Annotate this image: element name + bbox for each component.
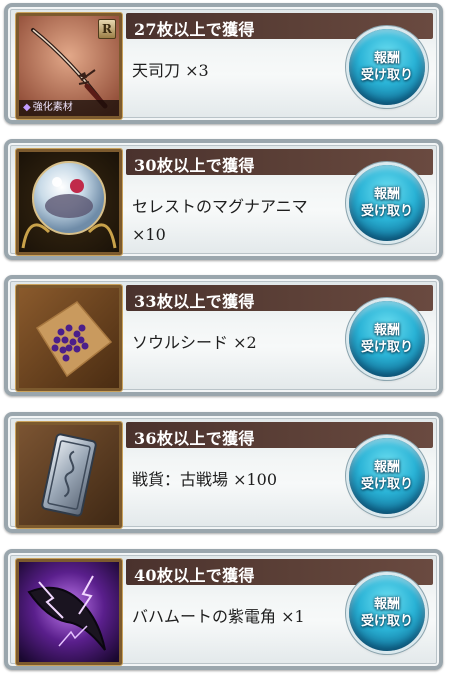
claim-button-label-line2: 受け取り bbox=[360, 477, 413, 492]
purple-horn-icon bbox=[16, 559, 122, 665]
claim-button-label-line2: 受け取り bbox=[360, 204, 413, 219]
threshold-label: 33枚以上で獲得 bbox=[134, 292, 255, 311]
reward-name: セレストのマグナアニマ ×10 bbox=[132, 197, 308, 244]
category-tag: ◆ 強化素材 bbox=[19, 100, 119, 116]
claim-button-label-line1: 報酬 bbox=[373, 460, 400, 475]
claim-button-label-line1: 報酬 bbox=[373, 597, 400, 612]
sword-item-icon: R ◆ 強化素材 bbox=[16, 13, 122, 119]
reward-card: 30枚以上で獲得 セレストのマグナアニマ ×10 報酬 受け取り bbox=[4, 139, 443, 260]
threshold-label: 27枚以上で獲得 bbox=[134, 20, 255, 39]
silver-token-icon bbox=[16, 422, 122, 528]
category-tag-label: 強化素材 bbox=[32, 102, 73, 113]
threshold-label: 36枚以上で獲得 bbox=[134, 429, 255, 448]
soul-seeds-icon bbox=[16, 285, 122, 391]
claim-reward-button[interactable]: 報酬 受け取り bbox=[349, 575, 425, 651]
threshold-label: 30枚以上で獲得 bbox=[134, 156, 255, 175]
claim-button-label-line2: 受け取り bbox=[360, 68, 413, 83]
reward-name: 天司刀 ×3 bbox=[132, 61, 209, 80]
claim-button-label-line1: 報酬 bbox=[373, 187, 400, 202]
claim-button-label-line1: 報酬 bbox=[373, 51, 400, 66]
crystal-orb-icon bbox=[16, 149, 122, 255]
claim-reward-button[interactable]: 報酬 受け取り bbox=[349, 29, 425, 105]
claim-button-label-line2: 受け取り bbox=[360, 340, 413, 355]
claim-button-label-line1: 報酬 bbox=[373, 323, 400, 338]
claim-reward-button[interactable]: 報酬 受け取り bbox=[349, 165, 425, 241]
reward-list: R ◆ 強化素材 27枚以上で獲得 天司刀 ×3 報酬 受け取り 30枚以上で獲… bbox=[0, 0, 451, 679]
claim-button-label-line2: 受け取り bbox=[360, 614, 413, 629]
gem-icon: ◆ bbox=[23, 102, 31, 113]
reward-card: 33枚以上で獲得 ソウルシード ×2 報酬 受け取り bbox=[4, 275, 443, 396]
reward-name: バハムートの紫電角 ×1 bbox=[132, 607, 305, 626]
reward-card: 36枚以上で獲得 戦貨：古戦場 ×100 報酬 受け取り bbox=[4, 412, 443, 533]
claim-reward-button[interactable]: 報酬 受け取り bbox=[349, 301, 425, 377]
reward-name: ソウルシード ×2 bbox=[132, 333, 257, 352]
threshold-label: 40枚以上で獲得 bbox=[134, 566, 255, 585]
reward-name: 戦貨：古戦場 ×100 bbox=[132, 470, 278, 489]
reward-card: 40枚以上で獲得 バハムートの紫電角 ×1 報酬 受け取り bbox=[4, 549, 443, 670]
claim-reward-button[interactable]: 報酬 受け取り bbox=[349, 438, 425, 514]
reward-card: R ◆ 強化素材 27枚以上で獲得 天司刀 ×3 報酬 受け取り bbox=[4, 3, 443, 124]
rarity-badge: R bbox=[98, 19, 116, 39]
